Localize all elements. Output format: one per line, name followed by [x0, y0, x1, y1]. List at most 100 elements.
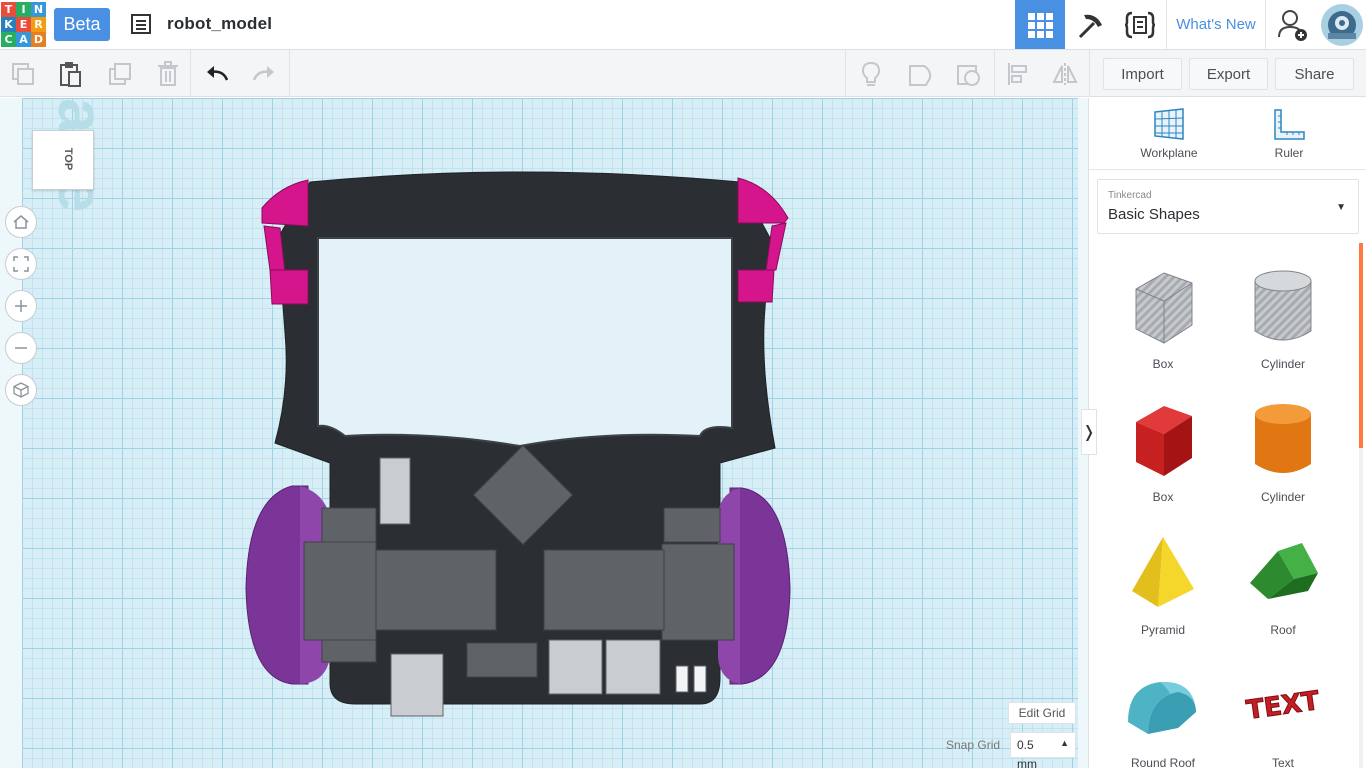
right-bottom-bracket: [737, 269, 775, 303]
workplane-tool[interactable]: Workplane: [1119, 106, 1219, 170]
solid-button[interactable]: [903, 57, 937, 91]
round-roof-icon: [1128, 681, 1196, 734]
shape-label: Round Roof: [1130, 756, 1196, 768]
logo-letter: R: [31, 17, 46, 32]
toolbar-divider: [190, 50, 191, 97]
share-button[interactable]: Share: [1275, 58, 1354, 90]
logo-letter: A: [16, 32, 31, 47]
hole-button[interactable]: [951, 57, 985, 91]
shape-library-value: Basic Shapes: [1108, 206, 1200, 223]
shape-pyramid[interactable]: Pyramid: [1108, 529, 1218, 659]
redo-button[interactable]: [247, 57, 281, 91]
small-upright-block: [379, 457, 411, 525]
top-header: T I N K E R C A D Beta robot_model What'…: [0, 0, 1366, 50]
codeblocks-icon: [1124, 11, 1156, 38]
text-shape-word: TEXT: [1244, 686, 1321, 726]
robot-model[interactable]: [0, 98, 1088, 768]
bottom-light-block-right: [605, 639, 661, 695]
design-list-icon[interactable]: [130, 13, 152, 35]
shape-cylinder-hole[interactable]: Cylinder: [1228, 263, 1338, 393]
text-shape-icon: TEXT: [1244, 686, 1322, 727]
duplicate-icon: [109, 63, 131, 85]
toolbar-divider: [845, 50, 846, 97]
bottom-light-block-mid: [548, 639, 603, 695]
shape-library-select[interactable]: Tinkercad Basic Shapes ▼: [1097, 179, 1359, 234]
robot-avatar-icon: [1321, 3, 1363, 46]
edit-grid-button[interactable]: Edit Grid: [1008, 702, 1076, 724]
edit-toolbar: Import Export Share: [0, 50, 1366, 97]
right-side-bracket: [765, 222, 787, 271]
box-striped-icon: [1135, 272, 1193, 344]
invite-user-button[interactable]: [1270, 0, 1316, 49]
shape-label: Cylinder: [1260, 357, 1305, 371]
panel-scrollbar[interactable]: [1359, 243, 1363, 768]
shape-roof[interactable]: Roof: [1228, 529, 1338, 659]
shape-round-roof[interactable]: Round Roof: [1108, 662, 1218, 768]
bricks-view-button[interactable]: [1066, 0, 1114, 49]
ruler-icon: [1274, 109, 1305, 140]
tinkercad-logo[interactable]: T I N K E R C A D: [1, 2, 46, 47]
box-red-icon: [1136, 406, 1192, 476]
logo-letter: N: [31, 2, 46, 17]
left-top-bracket: [261, 179, 309, 227]
toolbar-divider: [1089, 50, 1090, 97]
snap-grid-label: Snap Grid: [946, 738, 1001, 752]
avatar[interactable]: [1318, 0, 1366, 49]
export-button[interactable]: Export: [1189, 58, 1268, 90]
small-white-part: [693, 665, 707, 693]
shape-text[interactable]: TEXT Text: [1228, 662, 1338, 768]
paste-icon: [60, 62, 81, 87]
whats-new-link[interactable]: What's New: [1166, 0, 1266, 49]
redo-icon: [252, 66, 274, 81]
snap-grid-value: 0.5: [1017, 738, 1034, 752]
shape-cylinder[interactable]: Cylinder: [1228, 396, 1338, 526]
caret-up-icon: ▲: [1060, 738, 1069, 748]
pyramid-icon: [1132, 537, 1194, 607]
duplicate-button[interactable]: [103, 57, 137, 91]
ruler-label: Ruler: [1274, 146, 1304, 160]
scrollbar-thumb[interactable]: [1359, 243, 1363, 448]
cylinder-striped-icon: [1254, 270, 1312, 341]
notes-button[interactable]: [854, 57, 888, 91]
shape-box[interactable]: Box: [1108, 396, 1218, 526]
shape-box-hole[interactable]: Box: [1108, 263, 1218, 393]
lightbulb-icon: [861, 61, 881, 86]
right-top-bracket: [737, 177, 789, 224]
toolbar-divider: [994, 50, 995, 97]
left-wheel: [245, 485, 309, 685]
3d-design-view-button[interactable]: [1015, 0, 1065, 49]
shape-outline-icon: [909, 65, 932, 86]
ruler-tool[interactable]: Ruler: [1239, 106, 1339, 170]
align-icon: [1008, 63, 1027, 85]
add-user-icon: [1278, 9, 1307, 41]
design-title[interactable]: robot_model: [167, 14, 272, 34]
logo-letter: E: [16, 17, 31, 32]
cylinder-orange-icon: [1255, 404, 1311, 473]
import-button[interactable]: Import: [1103, 58, 1182, 90]
shape-label: Roof: [1270, 623, 1296, 637]
delete-button[interactable]: [151, 57, 185, 91]
screen-cutout: [317, 237, 733, 448]
copy-button[interactable]: [6, 57, 40, 91]
snap-grid-select[interactable]: 0.5 mm ▲: [1010, 732, 1076, 768]
workplane-icon: [1154, 108, 1184, 140]
pickaxe-icon: [1078, 14, 1102, 38]
right-gearbox: [543, 549, 665, 631]
bottom-gray-block: [466, 642, 538, 678]
right-motor-top: [663, 507, 721, 543]
left-bottom-bracket: [269, 269, 309, 305]
paste-button[interactable]: [53, 57, 87, 91]
shapes-panel: ❭ Workplane Ruler Tinkercad Basic Shapes…: [1081, 98, 1366, 768]
hole-shape-icon: [957, 65, 980, 86]
undo-button[interactable]: [200, 57, 234, 91]
small-white-part: [675, 665, 689, 693]
beta-badge[interactable]: Beta: [54, 8, 110, 41]
workplane-canvas[interactable]: ane TOP: [0, 98, 1088, 768]
panel-tools: Workplane Ruler: [1089, 98, 1366, 170]
mirror-button[interactable]: [1048, 57, 1082, 91]
shape-label: Box: [1152, 490, 1174, 504]
left-motor-top: [321, 507, 377, 543]
logo-letter: T: [1, 2, 16, 17]
align-button[interactable]: [1001, 57, 1035, 91]
codeblocks-view-button[interactable]: [1116, 0, 1164, 49]
